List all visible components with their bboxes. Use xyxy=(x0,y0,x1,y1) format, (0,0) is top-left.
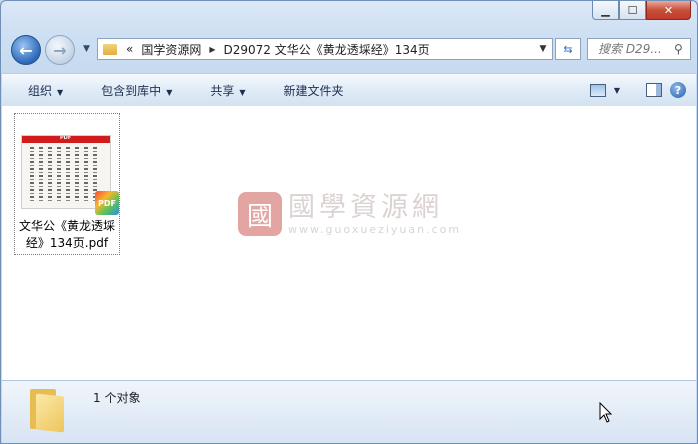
maximize-button[interactable]: ☐ xyxy=(619,1,646,20)
caption-buttons: ▁ ☐ ✕ xyxy=(592,1,691,20)
history-dropdown-icon[interactable]: ▼ xyxy=(83,44,90,54)
search-icon[interactable]: ⚲ xyxy=(674,42,683,56)
minimize-button[interactable]: ▁ xyxy=(592,1,619,20)
watermark: 國 國學資源網 www.guoxueziyuan.com xyxy=(238,192,461,236)
preview-pane-icon[interactable] xyxy=(646,83,662,97)
chevron-down-icon: ▼ xyxy=(57,87,64,97)
share-menu[interactable]: 共享 ▼ xyxy=(184,82,257,99)
include-in-library-label: 包含到库中 xyxy=(101,83,162,98)
toolbar-right-group: ▼ ? xyxy=(589,82,696,98)
new-folder-label: 新建文件夹 xyxy=(283,83,344,98)
pdf-app-icon: PDF xyxy=(95,191,119,215)
share-label: 共享 xyxy=(210,83,235,98)
file-item-pdf[interactable]: PDF PDF 文华公《黄龙透埰经》134页.pdf xyxy=(14,113,120,255)
refresh-button[interactable]: ⇆ xyxy=(555,38,581,60)
forward-button[interactable]: → xyxy=(45,35,75,65)
pdf-thumbnail-header: PDF xyxy=(22,136,110,143)
text-column xyxy=(57,147,61,203)
watermark-title: 國學資源網 xyxy=(288,191,443,223)
watermark-text-group: 國學資源網 www.guoxueziyuan.com xyxy=(288,191,462,236)
change-view-icon[interactable] xyxy=(589,83,606,97)
watermark-url: www.guoxueziyuan.com xyxy=(288,222,462,236)
breadcrumb-current[interactable]: D29072 文华公《黄龙透埰经》134页 xyxy=(220,41,434,58)
text-column xyxy=(39,147,43,203)
text-column xyxy=(84,147,88,203)
search-input[interactable] xyxy=(596,41,672,57)
command-toolbar: 组织 ▼ 包含到库中 ▼ 共享 ▼ 新建文件夹 ▼ ? xyxy=(2,73,696,107)
forward-arrow-icon: → xyxy=(53,40,67,60)
chevron-down-icon: ▼ xyxy=(166,87,173,97)
folder-front-shape xyxy=(36,393,64,433)
watermark-seal-logo: 國 xyxy=(238,192,282,236)
text-column xyxy=(30,147,34,203)
file-name: 文华公《黄龙透埰经》134页.pdf xyxy=(18,219,115,250)
history-glyph[interactable]: « xyxy=(122,42,137,56)
mouse-cursor-icon xyxy=(599,402,613,423)
details-pane: 1 个对象 xyxy=(2,380,696,443)
close-button[interactable]: ✕ xyxy=(646,1,691,20)
breadcrumb-separator-icon[interactable]: ▶ xyxy=(205,45,219,54)
include-in-library-menu[interactable]: 包含到库中 ▼ xyxy=(75,82,184,99)
address-bar[interactable]: « 国学资源网 ▶ D29072 文华公《黄龙透埰经》134页 ▼ xyxy=(97,38,553,60)
view-options-chevron-icon[interactable]: ▼ xyxy=(614,86,620,95)
text-column xyxy=(66,147,70,203)
chevron-down-icon: ▼ xyxy=(239,87,246,97)
help-icon[interactable]: ? xyxy=(670,82,686,98)
back-button[interactable]: ← xyxy=(11,35,41,65)
pdf-thumbnail-header-label: PDF xyxy=(60,135,72,141)
organize-menu[interactable]: 组织 ▼ xyxy=(2,82,75,99)
text-column xyxy=(75,147,79,203)
navigation-bar: ← → ▼ « 国学资源网 ▶ D29072 文华公《黄龙透埰经》134页 ▼ … xyxy=(9,35,691,65)
explorer-window: ▁ ☐ ✕ ← → ▼ « 国学资源网 ▶ D29072 文华公《黄龙透埰经》1… xyxy=(0,0,698,444)
item-count: 1 个对象 xyxy=(93,391,141,405)
address-dropdown-icon[interactable]: ▼ xyxy=(534,44,552,54)
folder-icon xyxy=(28,389,64,433)
refresh-icon: ⇆ xyxy=(563,42,573,56)
search-box[interactable]: ⚲ xyxy=(587,38,691,60)
breadcrumb-root[interactable]: 国学资源网 xyxy=(137,41,205,58)
back-arrow-icon: ← xyxy=(19,40,33,60)
pdf-badge-label: PDF xyxy=(98,198,116,208)
organize-label: 组织 xyxy=(28,83,53,98)
text-column xyxy=(48,147,52,203)
file-list-area[interactable]: PDF PDF 文华公《黄龙透埰经》134页.pdf 國 國學資源網 www.g… xyxy=(2,106,696,380)
folder-icon xyxy=(103,43,117,55)
new-folder-button[interactable]: 新建文件夹 xyxy=(258,82,356,99)
